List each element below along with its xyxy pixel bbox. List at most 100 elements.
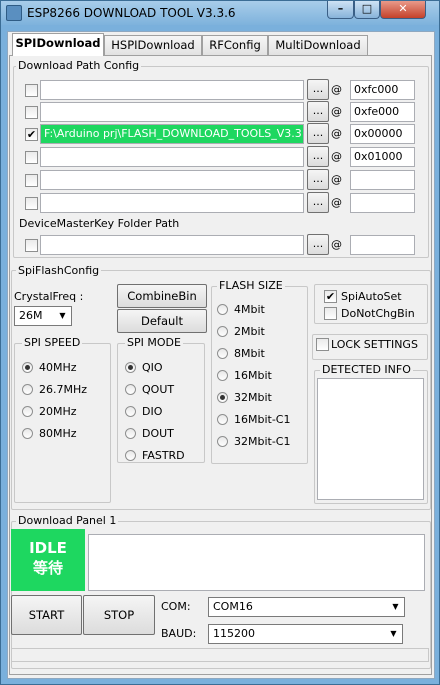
tab-rfconfig[interactable]: RFConfig xyxy=(202,35,268,55)
path-input-1[interactable] xyxy=(40,80,304,100)
tab-hspidownload[interactable]: HSPIDownload xyxy=(104,35,202,55)
path-input-3[interactable]: F:\Arduino prj\FLASH_DOWNLOAD_TOOLS_V3.3 xyxy=(40,124,304,144)
address-input-3[interactable]: 0x00000 xyxy=(350,124,415,144)
app-icon xyxy=(6,5,22,21)
maximize-button[interactable]: □ xyxy=(354,1,380,19)
speed-label-40mhz: 40MHz xyxy=(39,361,77,374)
address-input-1[interactable]: 0xfc000 xyxy=(350,80,415,100)
detected-info-textarea[interactable] xyxy=(317,378,424,500)
size-radio-32mbit-c1[interactable] xyxy=(217,436,228,447)
lock-settings-label: LOCK SETTINGS xyxy=(331,338,418,351)
baud-select[interactable]: 115200 ▼ xyxy=(208,624,403,644)
donotchgbin-checkbox[interactable] xyxy=(324,307,337,320)
browse-button-3[interactable]: ... xyxy=(307,123,329,144)
size-radio-16mbit[interactable] xyxy=(217,370,228,381)
at-label-7: @ xyxy=(331,238,342,251)
donotchgbin-label: DoNotChgBin xyxy=(341,307,415,320)
size-radio-16mbit-c1[interactable] xyxy=(217,414,228,425)
browse-button-2[interactable]: ... xyxy=(307,101,329,122)
spiautoset-checkbox[interactable]: ✔ xyxy=(324,290,337,303)
speed-radio-26mhz[interactable] xyxy=(22,384,33,395)
window-title: ESP8266 DOWNLOAD TOOL V3.3.6 xyxy=(27,6,236,20)
at-label-4: @ xyxy=(331,150,342,163)
size-radio-4mbit[interactable] xyxy=(217,304,228,315)
progress-bar xyxy=(11,648,429,662)
mode-label-qio: QIO xyxy=(142,361,163,374)
path-input-6[interactable] xyxy=(40,193,304,213)
start-button[interactable]: START xyxy=(11,595,82,635)
size-radio-2mbit[interactable] xyxy=(217,326,228,337)
spiautoset-label: SpiAutoSet xyxy=(341,290,402,303)
spiflash-label: SpiFlashConfig xyxy=(16,264,102,277)
browse-button-6[interactable]: ... xyxy=(307,192,329,213)
path-checkbox-4[interactable] xyxy=(25,151,38,164)
mode-label-dout: DOUT xyxy=(142,427,174,440)
speed-label-20mhz: 20MHz xyxy=(39,405,77,418)
path-checkbox-6[interactable] xyxy=(25,197,38,210)
browse-button-5[interactable]: ... xyxy=(307,169,329,190)
size-radio-8mbit[interactable] xyxy=(217,348,228,359)
mode-radio-qout[interactable] xyxy=(125,384,136,395)
minimize-button[interactable]: – xyxy=(327,1,354,19)
speed-radio-40mhz[interactable] xyxy=(22,362,33,373)
path-input-5[interactable] xyxy=(40,170,304,190)
baud-label: BAUD: xyxy=(161,627,197,640)
com-port-value: COM16 xyxy=(213,600,253,613)
speed-radio-20mhz[interactable] xyxy=(22,406,33,417)
at-label-3: @ xyxy=(331,127,342,140)
address-input-6[interactable] xyxy=(350,193,415,213)
crystal-freq-select[interactable]: 26M ▼ xyxy=(14,306,72,326)
speed-label-80mhz: 80MHz xyxy=(39,427,77,440)
stop-button[interactable]: STOP xyxy=(83,595,155,635)
tab-multidownload[interactable]: MultiDownload xyxy=(268,35,368,55)
path-checkbox-1[interactable] xyxy=(25,84,38,97)
speed-label-26mhz: 26.7MHz xyxy=(39,383,88,396)
size-label-16mbit: 16Mbit xyxy=(234,369,272,382)
download-panel-label: Download Panel 1 xyxy=(16,514,119,527)
chevron-down-icon: ▼ xyxy=(59,311,66,320)
browse-button-1[interactable]: ... xyxy=(307,79,329,100)
size-label-4mbit: 4Mbit xyxy=(234,303,265,316)
combine-bin-button[interactable]: CombineBin xyxy=(117,284,207,308)
com-label: COM: xyxy=(161,600,191,613)
size-label-16mbit-c1: 16Mbit-C1 xyxy=(234,413,291,426)
path-input-4[interactable] xyxy=(40,147,304,167)
download-path-label: Download Path Config xyxy=(16,59,142,72)
device-key-browse-button[interactable]: ... xyxy=(307,234,329,255)
mode-radio-dio[interactable] xyxy=(125,406,136,417)
chevron-down-icon: ▼ xyxy=(390,629,397,638)
com-port-select[interactable]: COM16 ▼ xyxy=(208,597,405,617)
status-en: IDLE xyxy=(29,539,67,557)
size-label-32mbit: 32Mbit xyxy=(234,391,272,404)
size-label-32mbit-c1: 32Mbit-C1 xyxy=(234,435,291,448)
size-radio-32mbit[interactable] xyxy=(217,392,228,403)
browse-button-4[interactable]: ... xyxy=(307,146,329,167)
status-cn: 等待 xyxy=(32,559,63,577)
address-input-4[interactable]: 0x01000 xyxy=(350,147,415,167)
close-button[interactable]: ✕ xyxy=(380,1,426,19)
path-input-2[interactable] xyxy=(40,102,304,122)
lock-settings-checkbox[interactable] xyxy=(316,338,329,351)
log-textarea[interactable] xyxy=(88,534,425,591)
spi-speed-label: SPI SPEED xyxy=(22,336,83,349)
default-button[interactable]: Default xyxy=(117,309,207,333)
path-checkbox-5[interactable] xyxy=(25,174,38,187)
address-input-5[interactable] xyxy=(350,170,415,190)
mode-label-dio: DIO xyxy=(142,405,163,418)
title-bar[interactable]: ESP8266 DOWNLOAD TOOL V3.3.6 – □ ✕ xyxy=(1,1,439,25)
mode-radio-fastrd[interactable] xyxy=(125,450,136,461)
device-key-address-input[interactable] xyxy=(350,235,415,255)
device-key-path-input[interactable] xyxy=(40,235,304,255)
address-input-2[interactable]: 0xfe000 xyxy=(350,102,415,122)
device-key-label: DeviceMasterKey Folder Path xyxy=(17,217,182,230)
size-label-8mbit: 8Mbit xyxy=(234,347,265,360)
mode-radio-dout[interactable] xyxy=(125,428,136,439)
size-label-2mbit: 2Mbit xyxy=(234,325,265,338)
speed-radio-80mhz[interactable] xyxy=(22,428,33,439)
path-checkbox-3[interactable]: ✔ xyxy=(25,128,38,141)
device-key-checkbox[interactable] xyxy=(25,239,38,252)
path-checkbox-2[interactable] xyxy=(25,106,38,119)
tab-spidownload[interactable]: SPIDownload xyxy=(12,33,104,56)
mode-radio-qio[interactable] xyxy=(125,362,136,373)
at-label-2: @ xyxy=(331,105,342,118)
